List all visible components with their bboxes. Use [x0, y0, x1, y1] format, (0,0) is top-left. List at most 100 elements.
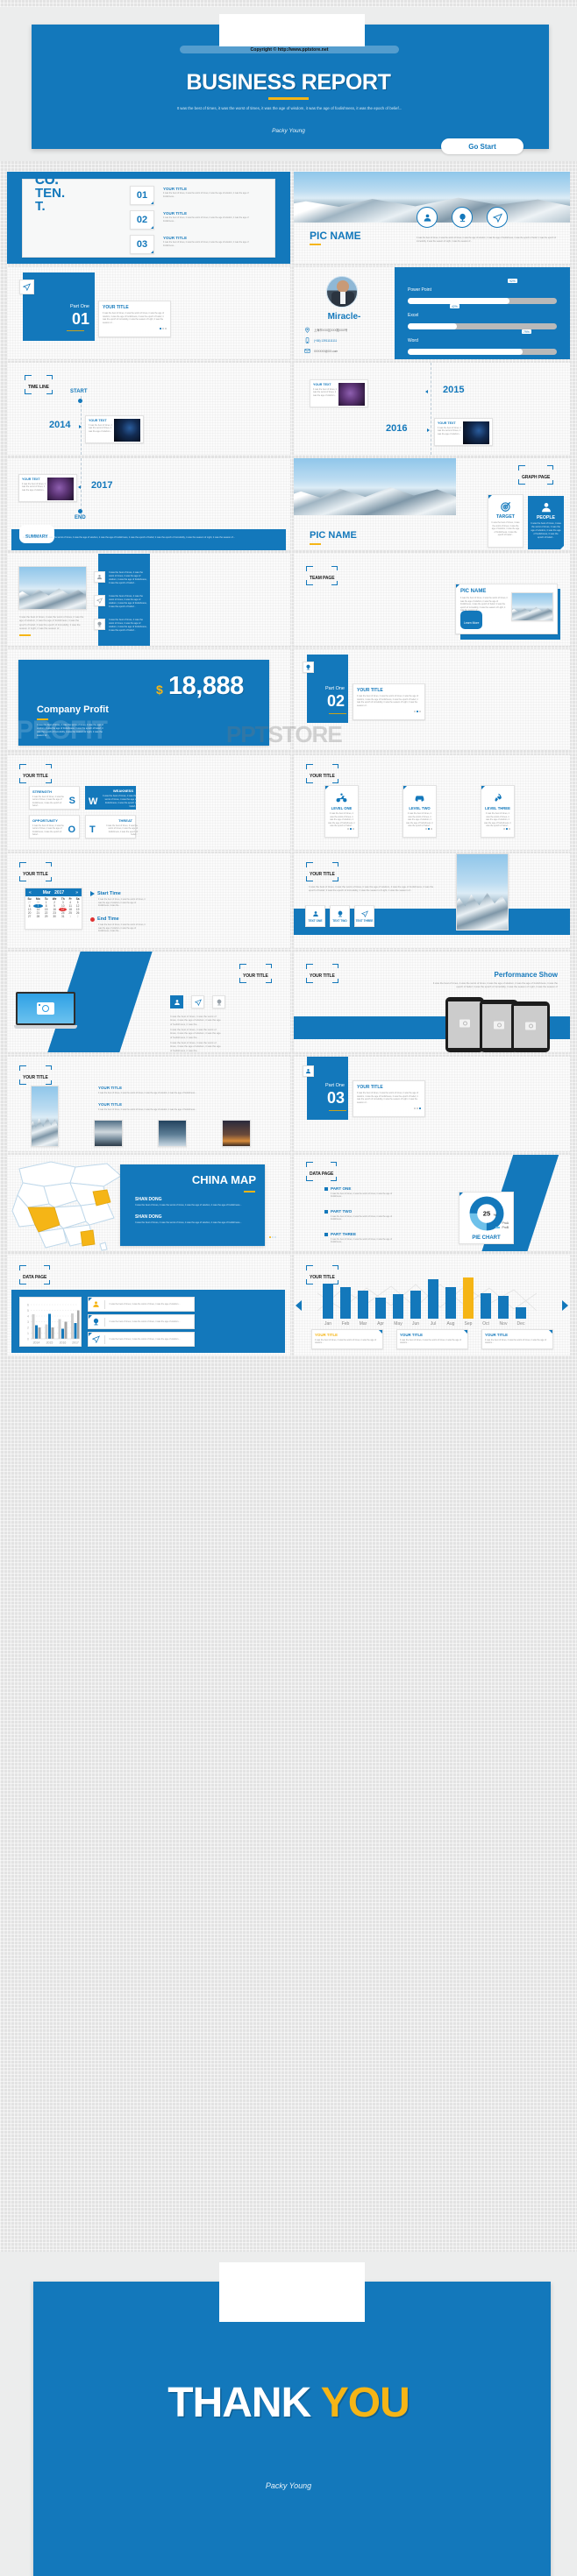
- tile-text-one[interactable]: TEXT ONE: [305, 905, 325, 927]
- corner-accent-icon: [464, 1330, 467, 1334]
- monthly-card-0[interactable]: YOUR TITLE It was the best of times, it …: [311, 1329, 383, 1349]
- gallery-title-badge: YOUR TITLE: [19, 1065, 52, 1085]
- level-card-two[interactable]: LEVEL TWO It was the best of times, it w…: [402, 785, 437, 838]
- performance-text: It was the best of times, it was the wor…: [432, 981, 558, 989]
- pic-name-text: It was the best of times, it was the wor…: [417, 237, 557, 243]
- globe-icon-tile[interactable]: [212, 995, 225, 1008]
- corner-accent-icon: [379, 1330, 382, 1334]
- person-icon[interactable]: [417, 207, 438, 228]
- legend-swatch-prob: [495, 1226, 501, 1229]
- learn-more-button[interactable]: Learn More: [460, 611, 483, 629]
- corner-accent-icon: [151, 226, 153, 229]
- corner-accent-icon: [456, 584, 459, 588]
- send-icon: [23, 283, 31, 291]
- calendar-widget[interactable]: « Mar 2017 » Su Mo Tu We Th Fr Sa 27 28 …: [25, 888, 82, 930]
- square-bullet-icon: [324, 1209, 328, 1214]
- send-icon: [96, 598, 103, 604]
- pager-dots[interactable]: [268, 1227, 276, 1242]
- data-bars-row-0[interactable]: It was the best of times, it was the wor…: [88, 1297, 195, 1312]
- tile-text-three[interactable]: TEXT THREE: [354, 905, 374, 927]
- profile-phone: (+86) 13911111111: [314, 338, 338, 343]
- skill-label-1: Excel: [408, 313, 419, 318]
- corner-accent-icon: [403, 786, 407, 789]
- calendar-next-button[interactable]: »: [75, 890, 78, 895]
- china-map-region-name-0: SHAN DONG: [135, 1197, 162, 1202]
- level-card-three[interactable]: LEVEL THREE It was the best of times, it…: [481, 785, 515, 838]
- send-icon-tile[interactable]: [191, 995, 204, 1008]
- pie-part-label-0: PART ONE: [331, 1186, 352, 1191]
- pager-dots[interactable]: [413, 701, 421, 717]
- pager-dots[interactable]: [502, 818, 510, 834]
- svg-text:0: 0: [27, 1338, 29, 1341]
- swot-card-strength[interactable]: STRENGTH It was the best of times, it wa…: [29, 786, 80, 810]
- timeline-card-title: YOUR TEXT: [313, 383, 331, 386]
- contents-heading-1: CO.: [35, 173, 59, 188]
- data-bars-row-1[interactable]: It was the best of times, it was the wor…: [88, 1314, 195, 1329]
- contents-item-01[interactable]: 01 YOUR TITLE It was the best of times, …: [130, 186, 266, 205]
- team-page-badge: TEAM PAGE: [306, 566, 338, 585]
- contents-item-02[interactable]: 02 YOUR TITLE It was the best of times, …: [130, 210, 266, 230]
- swot-card-weakness[interactable]: WEAKNESS It was the best of times, it wa…: [85, 786, 137, 810]
- skill-row-1: Excel 42%: [408, 304, 557, 329]
- pager-dots[interactable]: [346, 818, 354, 834]
- gallery-block-text-1: It was the best of times, it was the wor…: [98, 1108, 197, 1111]
- monthly-next-arrow[interactable]: [562, 1300, 568, 1311]
- data-page-bars-badge: DATA PAGE: [19, 1265, 51, 1284]
- bar-x-2017: 2017: [72, 1341, 79, 1345]
- part-two-card: YOUR TITLE It was the best of times, it …: [353, 683, 425, 720]
- cover-notch: [219, 14, 365, 46]
- pie-part-text-2: It was the best of times, it was the wor…: [331, 1237, 393, 1244]
- calendar-event-end-text: It was the best of times, it was the wor…: [98, 924, 146, 933]
- data-bars-row-2[interactable]: It was the best of times, it was the wor…: [88, 1332, 195, 1347]
- calendar-day[interactable]: 29: [43, 915, 50, 918]
- cover-subtitle: It was the best of times, it was the wor…: [176, 106, 402, 110]
- calendar-prev-button[interactable]: «: [29, 890, 32, 895]
- graph-card-people[interactable]: PEOPLE It was the best of times, it was …: [528, 496, 564, 549]
- mountain-photo: [294, 458, 456, 515]
- graph-page-badge-label: GRAPH PAGE: [522, 475, 551, 480]
- go-start-button-visual[interactable]: Go Start: [441, 138, 524, 154]
- calendar-day[interactable]: 1: [67, 915, 74, 918]
- level-card-one[interactable]: LEVEL ONE It was the best of times, it w…: [324, 785, 359, 838]
- send-icon: [194, 998, 202, 1006]
- calendar-day[interactable]: 2: [74, 915, 82, 918]
- photo-list-icon-box-1: [94, 595, 105, 606]
- contents-item-03[interactable]: 03 YOUR TITLE It was the best of times, …: [130, 235, 266, 254]
- tile-text-two[interactable]: TEXT TWO: [330, 905, 350, 927]
- svg-text:Jul: Jul: [431, 1321, 436, 1327]
- calendar-day[interactable]: 31: [59, 915, 67, 918]
- monthly-card-title-2: YOUR TITLE: [485, 1333, 509, 1337]
- person-icon-tile[interactable]: [170, 995, 183, 1008]
- monthly-prev-arrow[interactable]: [296, 1300, 302, 1311]
- photo-list-text-0: It was the best of times, it was the wor…: [109, 571, 147, 585]
- china-map-region-0: SHAN DONG It was the best of times, it w…: [135, 1197, 247, 1207]
- mountain-photo-front: [456, 853, 509, 931]
- pager-dots[interactable]: [413, 1098, 421, 1114]
- bar-x-2015: 2015: [46, 1341, 53, 1345]
- pager-dots[interactable]: [159, 318, 167, 334]
- slide-gallery: YOUR TITLE YOUR TITLE It was the best of…: [7, 1057, 290, 1151]
- graph-card-target[interactable]: TARGET It was the best of times, it was …: [488, 494, 524, 548]
- calendar-day[interactable]: 27: [25, 915, 33, 918]
- swot-card-threat[interactable]: THREAT It was the best of times, it was …: [85, 815, 138, 839]
- globe-icon[interactable]: [452, 207, 473, 228]
- target-icon: [500, 501, 510, 512]
- china-map-region-text-0: It was the best of times, it was the wor…: [135, 1203, 242, 1207]
- calendar-day[interactable]: 30: [50, 915, 60, 918]
- monthly-card-1[interactable]: YOUR TITLE It was the best of times, it …: [396, 1329, 468, 1349]
- svg-text:May: May: [394, 1321, 402, 1327]
- pager-dots[interactable]: [424, 818, 432, 834]
- go-start-label: Go Start: [468, 142, 496, 151]
- three-text-title-badge: YOUR TITLE: [306, 862, 338, 881]
- calendar-day[interactable]: 28: [33, 915, 42, 918]
- data-bars-text-0: It was the best of times, it was the wor…: [109, 1302, 181, 1306]
- timeline-card-title: YOUR TEXT: [89, 419, 107, 422]
- swot-card-opportunity[interactable]: OPPORTUNITY It was the best of times, it…: [29, 815, 80, 839]
- contents-text-03: It was the best of times, it was the wor…: [163, 241, 249, 247]
- bar-apr: [375, 1298, 386, 1319]
- monthly-card-2[interactable]: YOUR TITLE It was the best of times, it …: [481, 1329, 553, 1349]
- pie-part-2: PART THREE It was the best of times, it …: [324, 1232, 417, 1244]
- slide-thank-you: THANK YOU Packy Young Copyright © http:/…: [0, 2252, 577, 2576]
- calendar-grid[interactable]: Su Mo Tu We Th Fr Sa 27 28 1 2 3 4 5 6 7…: [25, 897, 82, 918]
- send-icon[interactable]: [487, 207, 508, 228]
